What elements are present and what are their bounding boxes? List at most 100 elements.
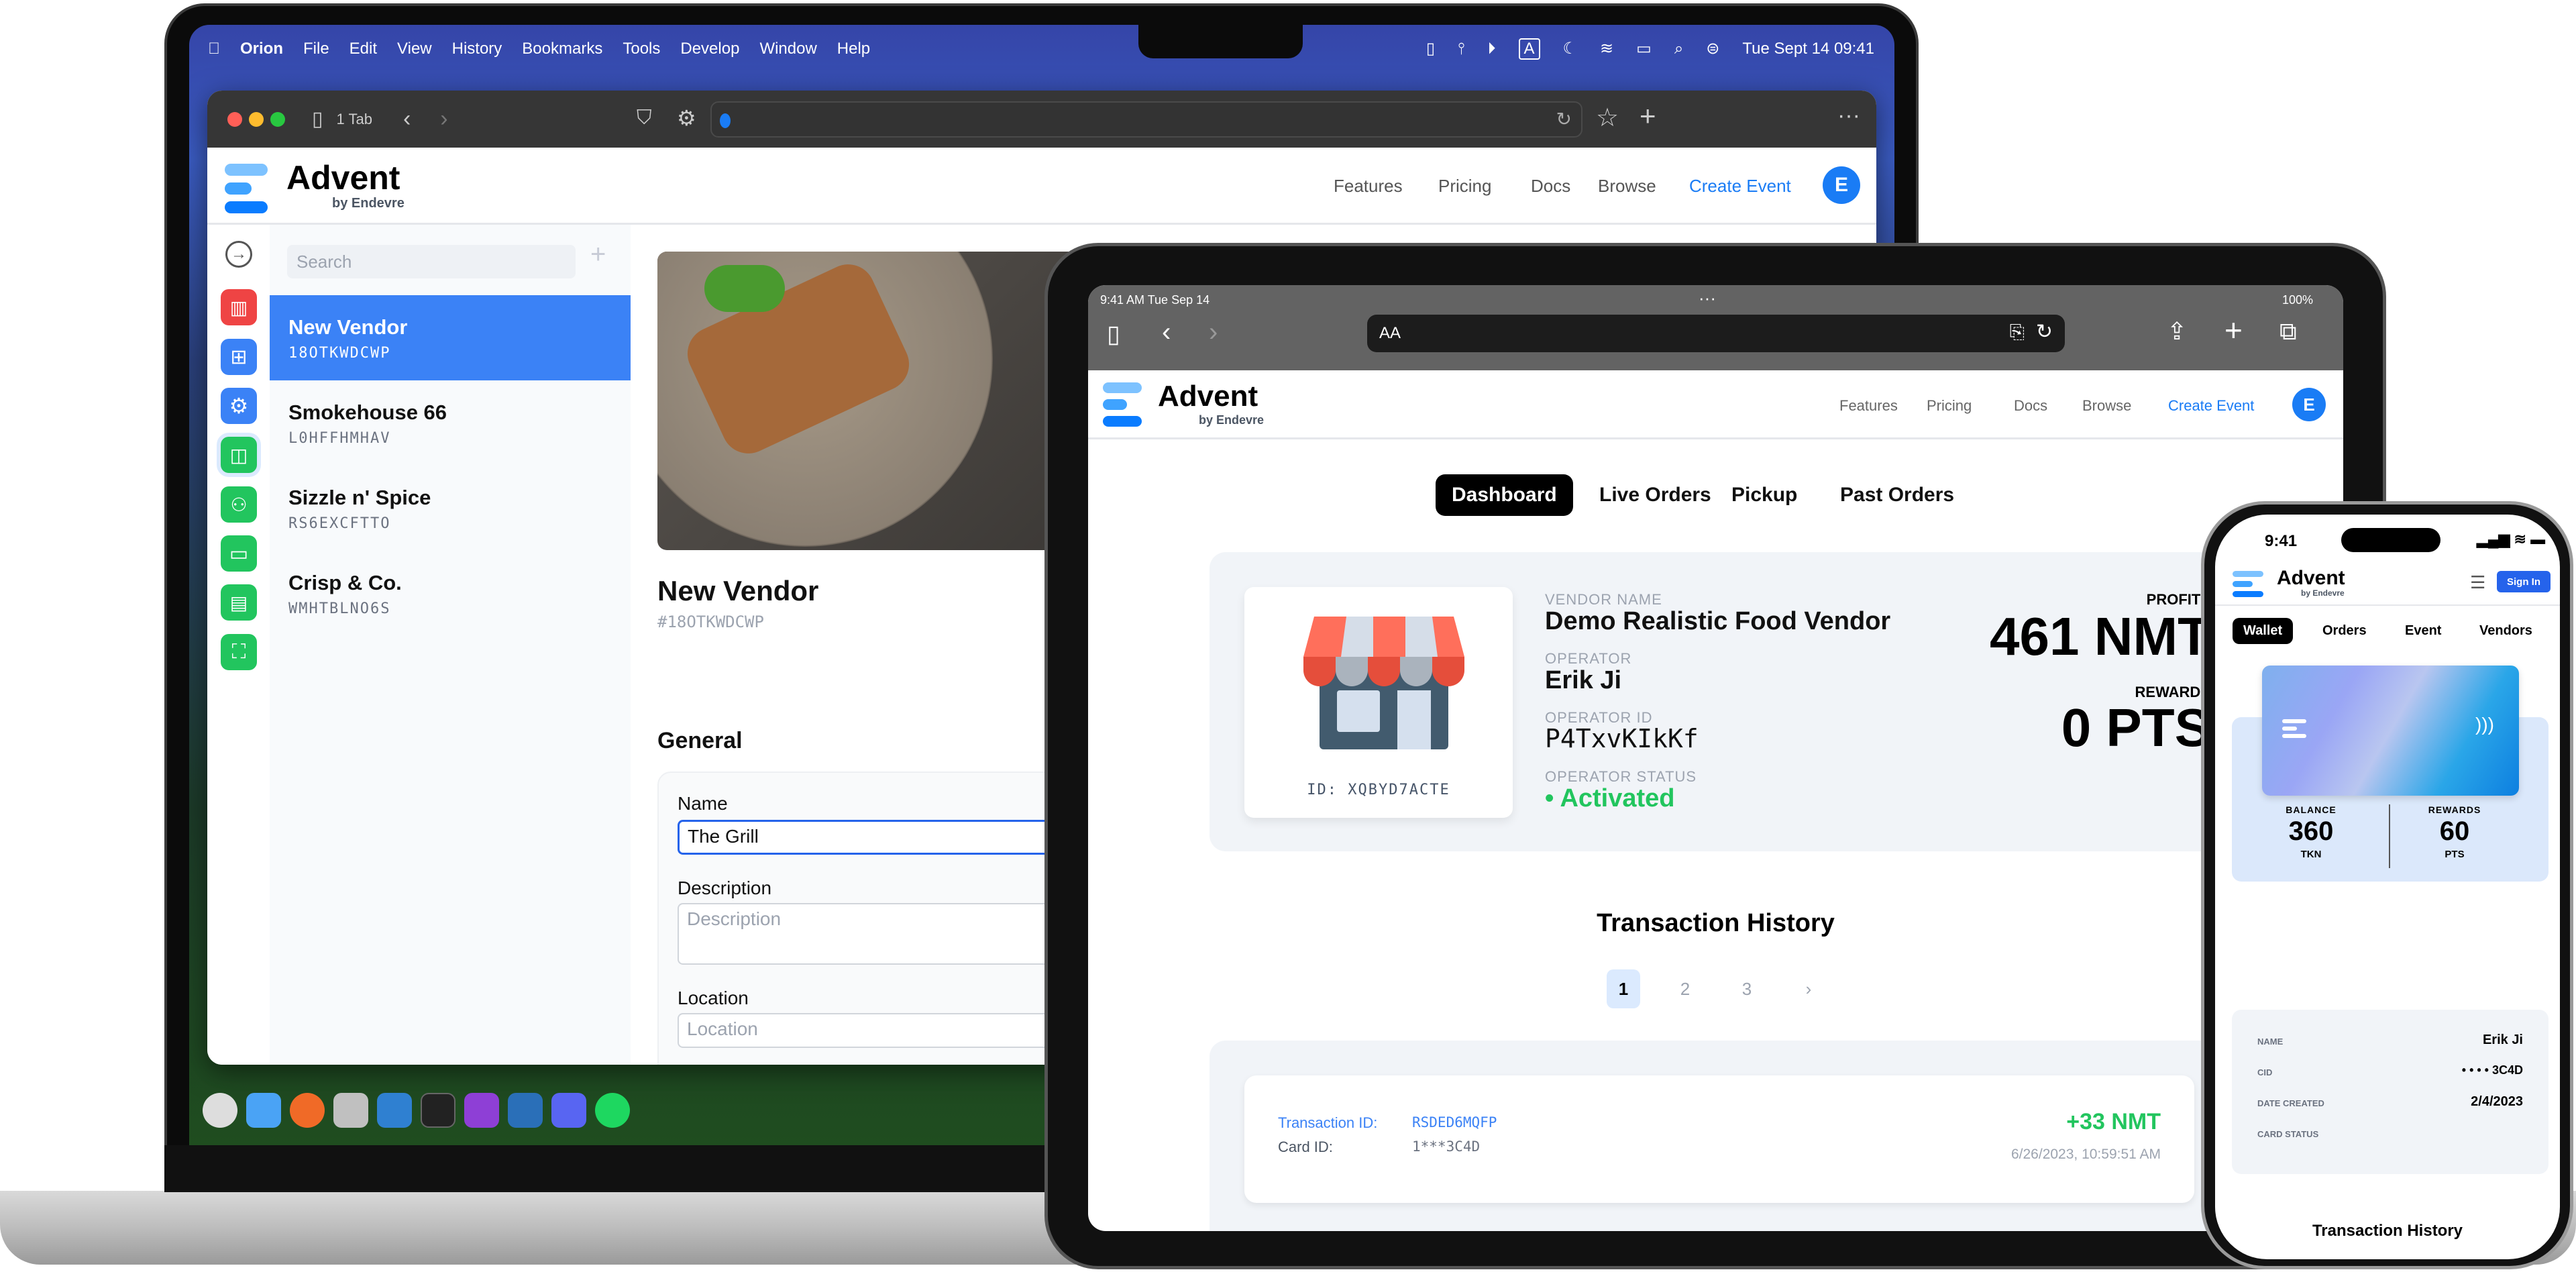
back-icon[interactable]: ‹ (1162, 317, 1171, 348)
users-icon[interactable]: ⚇ (221, 486, 257, 523)
wifi-icon[interactable]: ≋ (1600, 39, 1613, 58)
user-avatar[interactable]: E (1823, 166, 1860, 204)
menu-window[interactable]: Window (759, 40, 816, 58)
nav-pricing[interactable]: Pricing (1438, 176, 1491, 197)
menu-edit[interactable]: Edit (350, 40, 377, 58)
scan-icon[interactable]: ⛶ (221, 634, 257, 670)
tab-live-orders[interactable]: Live Orders (1583, 474, 1727, 516)
tab-wallet[interactable]: Wallet (2233, 618, 2294, 644)
advent-logo-icon[interactable] (1103, 382, 1142, 427)
search-icon[interactable]: ⌕ (1674, 40, 1683, 58)
menu-app[interactable]: Orion (240, 40, 283, 58)
menu-help[interactable]: Help (837, 40, 870, 58)
menu-tools[interactable]: Tools (623, 40, 660, 58)
page-3[interactable]: 3 (1730, 969, 1764, 1008)
hamburger-menu-icon[interactable]: ☰ (2470, 572, 2485, 593)
dock-user-avatar-icon[interactable] (203, 1093, 237, 1128)
back-icon[interactable]: ‹ (403, 106, 411, 132)
control-center-icon[interactable]: ⊜ (1706, 39, 1719, 58)
share-icon[interactable]: ⇪ (2167, 317, 2187, 346)
tab-pickup[interactable]: Pickup (1715, 474, 1813, 516)
dock-affinity-photo-icon[interactable] (464, 1093, 499, 1128)
nav-create-event[interactable]: Create Event (2168, 397, 2254, 415)
dock-discord-icon[interactable] (551, 1093, 586, 1128)
search-input[interactable]: Search (287, 245, 576, 278)
analytics-chart-icon[interactable]: ▥ (221, 289, 257, 325)
input-source-icon[interactable]: A (1518, 38, 1540, 60)
reload-icon[interactable]: ↻ (1556, 108, 1572, 130)
new-tab-icon[interactable]: + (1640, 100, 1656, 132)
document-icon[interactable]: ▤ (221, 584, 257, 621)
airpods-icon[interactable]: ⫯ (1458, 40, 1464, 58)
shield-icon[interactable]: ⛉ (637, 107, 652, 129)
menu-bookmarks[interactable]: Bookmarks (522, 40, 602, 58)
menu-view[interactable]: View (397, 40, 432, 58)
sidebar-toggle-icon[interactable]: ▯ (312, 107, 323, 131)
dock-firefox-icon[interactable] (290, 1093, 325, 1128)
dock-terminal-icon[interactable] (421, 1093, 455, 1128)
dock-vscode-icon[interactable] (377, 1093, 412, 1128)
menu-file[interactable]: File (303, 40, 329, 58)
dock-affinity-designer-icon[interactable] (508, 1093, 543, 1128)
nav-create-event[interactable]: Create Event (1689, 176, 1791, 197)
vendor-item[interactable]: Crisp & Co. WMHTBLNO6S (270, 551, 631, 636)
tabs-overview-icon[interactable]: ⧉ (2279, 317, 2297, 346)
tab-dashboard[interactable]: Dashboard (1436, 474, 1573, 516)
tab-event[interactable]: Event (2405, 623, 2441, 639)
focus-moon-icon[interactable]: ☾ (1563, 39, 1578, 58)
menu-develop[interactable]: Develop (680, 40, 739, 58)
minimize-window-button[interactable] (249, 111, 264, 127)
nav-docs[interactable]: Docs (1531, 176, 1570, 197)
next-page-button[interactable]: › (1792, 969, 1825, 1008)
advent-logo-icon[interactable] (225, 164, 268, 213)
shopping-bag-icon[interactable]: ◫ (221, 437, 257, 473)
new-tab-icon[interactable]: + (2224, 312, 2243, 348)
battery-icon[interactable]: ▭ (1636, 39, 1652, 58)
close-window-button[interactable] (227, 111, 242, 127)
transaction-id[interactable]: RSDED6MQFP (1412, 1114, 1497, 1130)
address-bar[interactable]: ↻ (710, 101, 1582, 138)
dock-spotify-icon[interactable] (595, 1093, 630, 1128)
nav-docs[interactable]: Docs (2014, 397, 2047, 415)
page-2[interactable]: 2 (1668, 969, 1702, 1008)
play-icon[interactable]: ⏵ (1488, 40, 1496, 58)
more-icon[interactable]: ··· (1837, 103, 1860, 129)
vendor-item[interactable]: New Vendor 18OTKWDCWP (270, 295, 631, 380)
wallet-card[interactable]: ))) (2262, 666, 2519, 796)
nav-browse[interactable]: Browse (1598, 176, 1656, 197)
stage-manager-icon[interactable]: ▯ (1426, 39, 1435, 58)
site-logo-text[interactable]: Advent (2277, 567, 2345, 590)
multitask-dots-icon[interactable]: ··· (1699, 288, 1716, 309)
nav-browse[interactable]: Browse (2082, 397, 2131, 415)
apple-icon[interactable]:  (208, 40, 220, 58)
forward-icon[interactable]: › (440, 106, 447, 132)
tab-orders[interactable]: Orders (2322, 623, 2367, 639)
site-logo-text[interactable]: Advent (1158, 380, 1258, 413)
bookmark-star-icon[interactable]: ☆ (1596, 103, 1619, 133)
nav-features[interactable]: Features (1334, 176, 1403, 197)
tab-vendors[interactable]: Vendors (2479, 623, 2532, 639)
forward-icon[interactable]: › (1209, 317, 1218, 348)
dock-finder-icon[interactable] (246, 1093, 281, 1128)
collapse-arrow-icon[interactable]: → (225, 241, 252, 268)
reload-icon[interactable]: ↻ (2036, 320, 2053, 343)
menu-history[interactable]: History (452, 40, 502, 58)
zoom-window-button[interactable] (270, 111, 285, 127)
vendor-item[interactable]: Sizzle n' Spice RS6EXCFTTO (270, 466, 631, 551)
reader-aa-button[interactable]: AA (1379, 324, 1401, 343)
layout-icon[interactable]: ⊞ (221, 339, 257, 375)
sign-in-button[interactable]: Sign In (2497, 571, 2551, 592)
address-bar[interactable]: AA ⎘ ↻ (1367, 315, 2065, 352)
site-logo-text[interactable]: Advent (286, 158, 400, 197)
extension-icon[interactable]: ⎘ (2010, 321, 2025, 343)
dock-orion-icon[interactable] (333, 1093, 368, 1128)
nav-features[interactable]: Features (1839, 397, 1898, 415)
transaction-card[interactable]: Transaction ID: RSDED6MQFP Card ID: 1***… (1244, 1075, 2194, 1203)
sidebar-icon[interactable]: ▯ (1107, 320, 1120, 348)
tab-count[interactable]: 1 Tab (337, 111, 372, 128)
settings-gear-icon[interactable]: ⚙ (221, 388, 257, 424)
nav-pricing[interactable]: Pricing (1927, 397, 1972, 415)
clock[interactable]: Tue Sept 14 09:41 (1742, 40, 1874, 58)
page-1[interactable]: 1 (1607, 969, 1640, 1008)
advent-logo-icon[interactable] (2233, 571, 2263, 597)
